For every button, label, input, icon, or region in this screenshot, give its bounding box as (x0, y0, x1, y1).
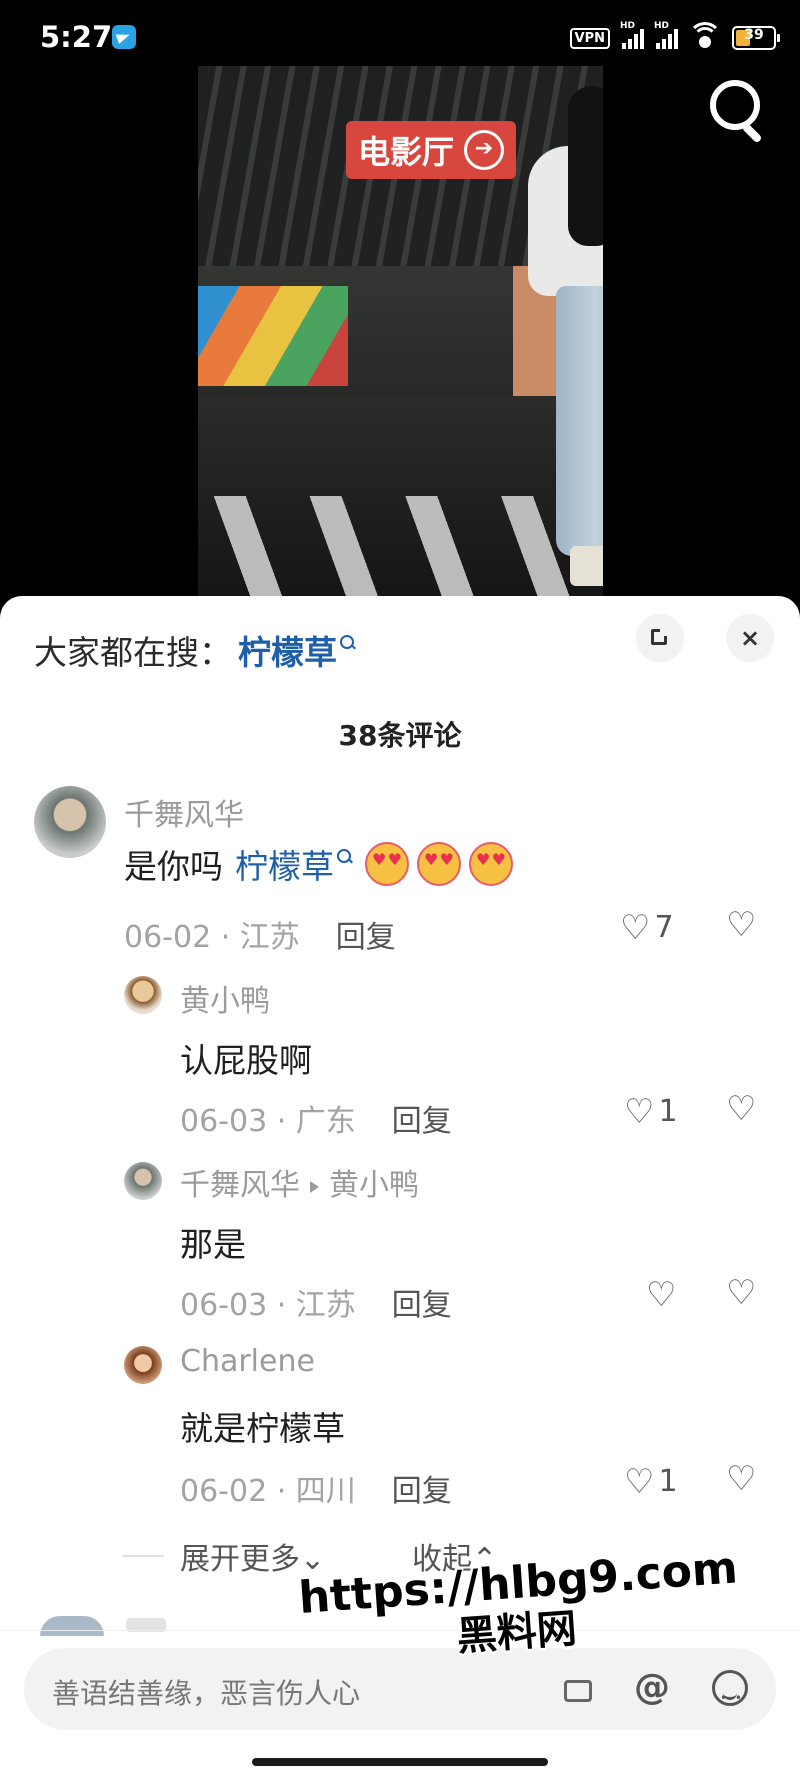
reply-button[interactable]: 回复 (336, 920, 396, 955)
broken-heart-icon: ♡ (726, 1089, 757, 1129)
avatar[interactable] (40, 1616, 104, 1636)
thread-divider (122, 1555, 164, 1557)
status-icons: VPN HD HD 39 (569, 21, 780, 52)
signal-icon: HD (654, 21, 678, 49)
reply-button[interactable]: 回复 (392, 1104, 452, 1139)
image-icon[interactable] (554, 1664, 602, 1712)
comment-author[interactable]: 千舞风华 黄小鸭 (180, 1160, 419, 1204)
comment-author[interactable]: 千舞风华 (124, 790, 244, 834)
comment-input[interactable]: 善语结善缘，恶言伤人心 (52, 1672, 360, 1712)
heart-icon: ♡ (624, 1461, 655, 1502)
like-count: 1 (658, 1464, 678, 1499)
hot-search[interactable]: 大家都在搜： 柠檬草 (34, 626, 354, 674)
broken-heart-icon: ♡ (726, 905, 757, 945)
comment-text: 就是柠檬草 (180, 1409, 345, 1448)
expand-sheet-button[interactable] (636, 614, 684, 662)
close-button[interactable]: × (726, 614, 774, 662)
avatar[interactable] (124, 976, 162, 1014)
comment-author[interactable]: 黄小鸭 (180, 976, 270, 1020)
comment-text: 是你吗 柠檬草 (124, 840, 513, 888)
heart-icon: ♡ (620, 907, 651, 948)
dislike-button[interactable]: ♡ (726, 1276, 756, 1312)
reply-to-arrow-icon (310, 1180, 319, 1193)
hot-search-prefix: 大家都在搜： (34, 633, 232, 672)
broken-heart-icon: ♡ (726, 1273, 757, 1313)
avatar[interactable] (124, 1162, 162, 1200)
emoji-icon[interactable] (706, 1664, 754, 1722)
video-frame[interactable]: 电影厅 ➔ (198, 66, 603, 606)
dislike-button[interactable]: ♡ (726, 1462, 756, 1498)
status-bar: 5:27 VPN HD HD 39 (0, 0, 800, 66)
reply-button[interactable]: 回复 (392, 1474, 452, 1509)
vpn-badge: VPN (569, 27, 610, 49)
comment-author[interactable]: Charlene (180, 1344, 315, 1379)
reply-button[interactable]: 回复 (392, 1288, 452, 1323)
comment-text: 那是 (180, 1225, 246, 1264)
like-count: 1 (658, 1094, 678, 1129)
heart-eyes-emoji-icon (417, 842, 461, 886)
comment-meta: 06-03 · 江苏 回复 (180, 1288, 452, 1323)
comment-text: 认屁股啊 (180, 1041, 312, 1080)
wifi-icon (688, 22, 722, 50)
video-subject (528, 86, 603, 606)
expand-icon (651, 627, 669, 645)
like-button[interactable]: ♡ (646, 1278, 676, 1312)
home-indicator[interactable] (252, 1758, 548, 1766)
dislike-button[interactable]: ♡ (726, 1092, 756, 1128)
heart-icon: ♡ (624, 1091, 655, 1132)
avatar[interactable] (124, 1346, 162, 1384)
expand-more-button[interactable]: 展开更多⌄ (180, 1534, 325, 1578)
signal-icon: HD (620, 21, 644, 49)
like-button[interactable]: ♡ 7 (620, 910, 674, 945)
heart-icon: ♡ (646, 1275, 677, 1315)
telegram-icon (112, 25, 136, 49)
comment-meta: 06-03 · 广东 回复 (180, 1104, 452, 1139)
comment-search-link[interactable]: 柠檬草 (235, 840, 334, 888)
arrow-right-icon: ➔ (464, 130, 504, 170)
comment-count: 38条评论 (338, 719, 462, 752)
comment-meta: 06-02 · 四川 回复 (180, 1474, 452, 1509)
status-time: 5:27 (40, 20, 113, 54)
mention-icon[interactable]: @ (628, 1664, 676, 1712)
cinema-sign: 电影厅 ➔ (346, 121, 516, 179)
hot-search-term[interactable]: 柠檬草 (238, 626, 337, 674)
heart-eyes-emoji-icon (469, 842, 513, 886)
heart-eyes-emoji-icon (365, 842, 409, 886)
dislike-button[interactable]: ♡ (726, 908, 756, 944)
comment-meta: 06-02 · 江苏 回复 (124, 920, 396, 955)
battery-icon: 39 (732, 26, 780, 50)
search-icon (337, 849, 351, 863)
search-icon[interactable] (706, 76, 770, 144)
broken-heart-icon: ♡ (726, 1459, 757, 1499)
search-icon (340, 635, 354, 649)
video-player[interactable]: 电影厅 ➔ (0, 66, 800, 606)
like-button[interactable]: ♡ 1 (624, 1464, 678, 1499)
like-count: 7 (654, 910, 674, 945)
avatar[interactable] (34, 786, 106, 858)
like-button[interactable]: ♡ 1 (624, 1094, 678, 1129)
